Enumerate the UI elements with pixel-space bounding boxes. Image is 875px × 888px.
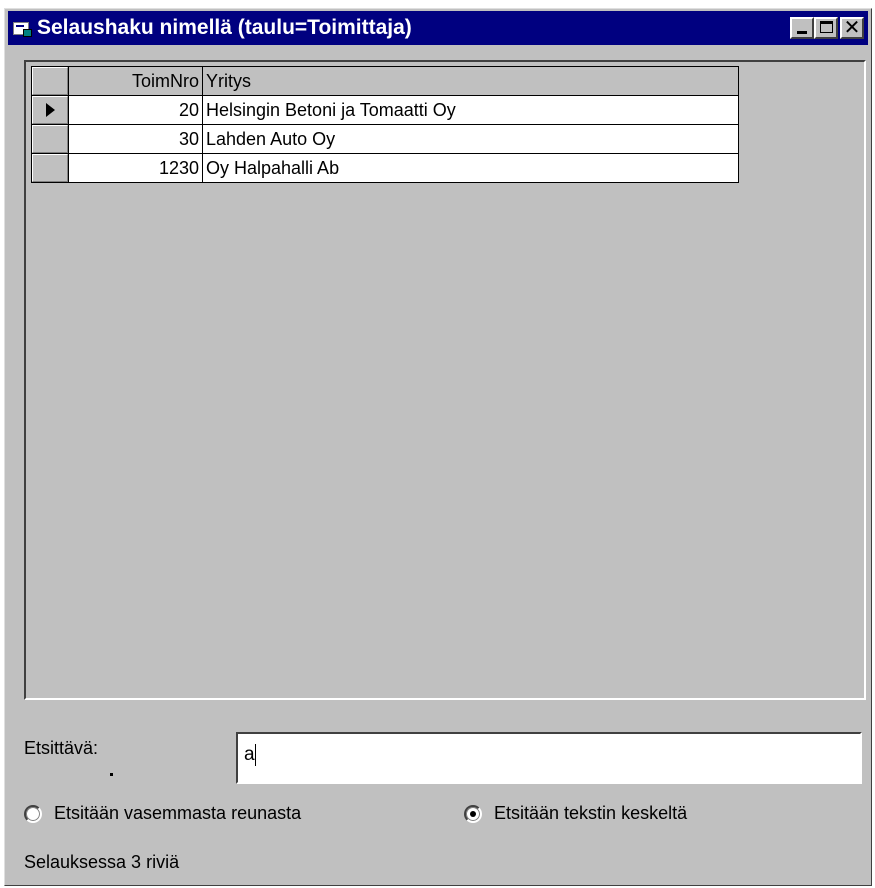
title-bar[interactable]: Selaushaku nimellä (taulu=Toimittaja) ✕	[8, 11, 868, 45]
search-value: a	[244, 744, 255, 766]
grid-corner-cell[interactable]	[31, 66, 69, 96]
cell-toimnro[interactable]: 20	[68, 95, 203, 125]
close-icon: ✕	[843, 15, 861, 39]
search-label: Etsittävä:	[24, 738, 99, 758]
column-header-yritys[interactable]: Yritys	[202, 66, 739, 96]
data-grid[interactable]: ToimNro Yritys 20 Helsingin Betoni ja To…	[24, 60, 866, 700]
row-selector[interactable]	[31, 124, 69, 154]
maximize-icon	[820, 21, 833, 33]
table-row[interactable]: 30 Lahden Auto Oy	[31, 124, 739, 154]
cell-toimnro[interactable]: 30	[68, 124, 203, 154]
search-input[interactable]: a	[236, 732, 862, 784]
results-table: ToimNro Yritys 20 Helsingin Betoni ja To…	[31, 66, 739, 183]
radio-option-middle[interactable]: Etsitään tekstin keskeltä	[464, 803, 687, 824]
cell-yritys[interactable]: Lahden Auto Oy	[202, 124, 739, 154]
table-row[interactable]: 1230 Oy Halpahalli Ab	[31, 153, 739, 183]
maximize-button[interactable]	[814, 17, 838, 39]
column-header-toimnro[interactable]: ToimNro	[68, 66, 203, 96]
window-title: Selaushaku nimellä (taulu=Toimittaja)	[37, 16, 412, 39]
close-button[interactable]: ✕	[840, 15, 864, 39]
status-text: Selauksessa 3 riviä	[24, 852, 180, 872]
minimize-button[interactable]	[790, 17, 814, 39]
table-row[interactable]: 20 Helsingin Betoni ja Tomaatti Oy	[31, 95, 739, 125]
radio-middle[interactable]	[464, 804, 482, 823]
cell-yritys[interactable]: Helsingin Betoni ja Tomaatti Oy	[202, 95, 739, 125]
minimize-icon	[797, 31, 807, 34]
radio-left-edge-label[interactable]: Etsitään vasemmasta reunasta	[54, 803, 301, 824]
grid-header-row: ToimNro Yritys	[31, 66, 739, 96]
cell-yritys[interactable]: Oy Halpahalli Ab	[202, 153, 739, 183]
app-icon[interactable]	[13, 20, 32, 37]
cell-toimnro[interactable]: 1230	[68, 153, 203, 183]
text-caret	[254, 744, 256, 766]
current-row-arrow-icon	[46, 103, 55, 117]
radio-middle-label[interactable]: Etsitään tekstin keskeltä	[494, 803, 687, 824]
focus-dot	[110, 773, 113, 776]
row-selector[interactable]	[31, 153, 69, 183]
radio-option-left-edge[interactable]: Etsitään vasemmasta reunasta	[24, 803, 301, 824]
radio-left-edge[interactable]	[24, 804, 42, 823]
row-selector[interactable]	[31, 95, 69, 125]
